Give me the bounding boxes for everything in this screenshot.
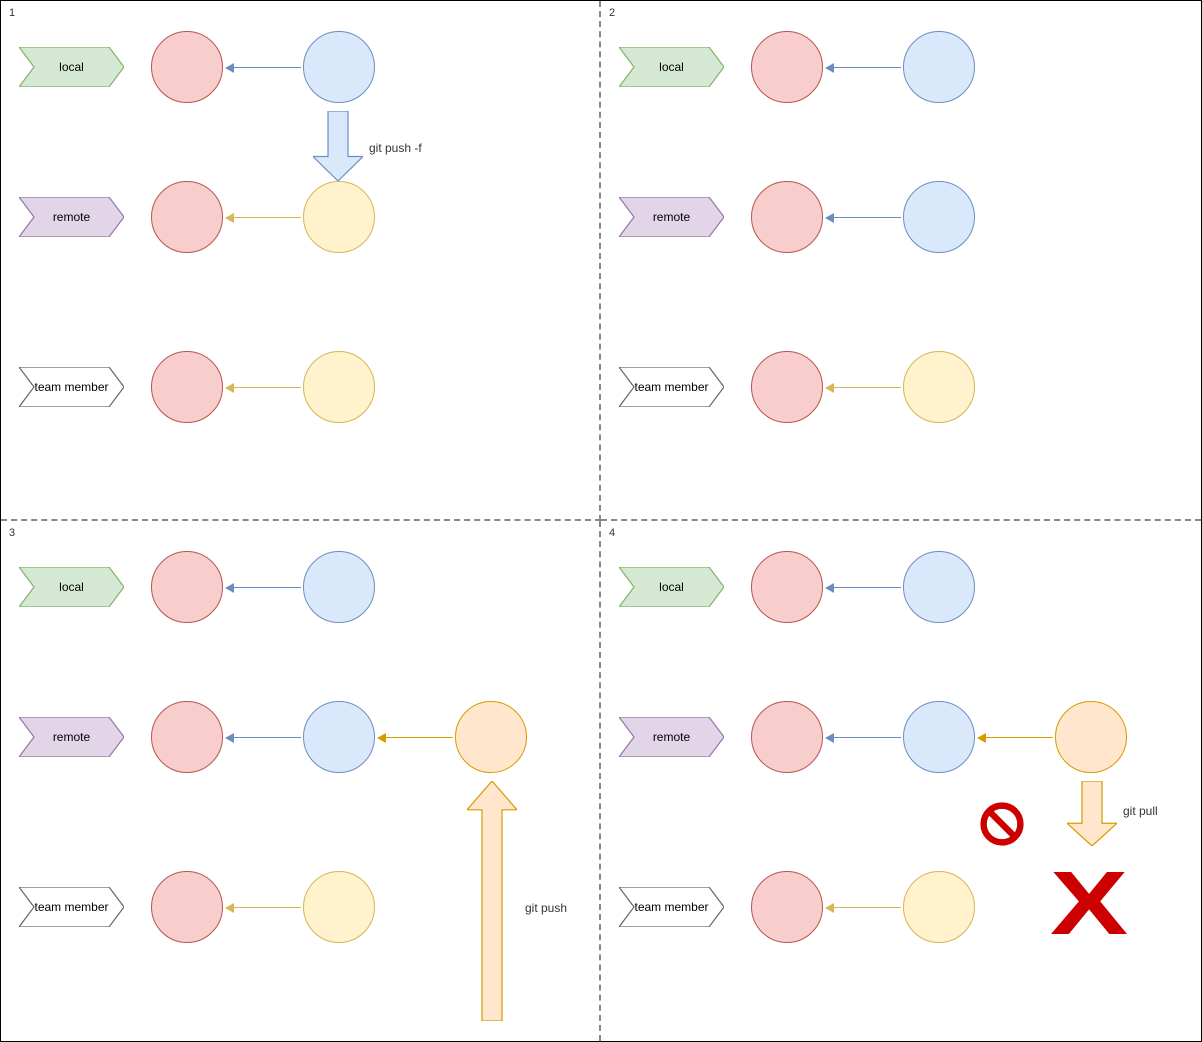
branch-tag-remote: remote: [619, 197, 724, 237]
commit-node: [303, 871, 375, 943]
panel-number: 1: [9, 7, 15, 19]
action-label: git push -f: [369, 141, 422, 155]
commit-node: [751, 181, 823, 253]
branch-tag-label: local: [59, 60, 84, 74]
branch-tag-remote: remote: [19, 197, 124, 237]
commit-node: [455, 701, 527, 773]
parent-arrow: [825, 387, 901, 389]
commit-node: [151, 181, 223, 253]
commit-node: [303, 31, 375, 103]
commit-node: [303, 181, 375, 253]
prohibit-icon: [979, 801, 1025, 847]
parent-arrow: [825, 587, 901, 589]
parent-arrow: [825, 907, 901, 909]
panel-2: 2 local remote team member: [601, 1, 1201, 521]
branch-tag-local: local: [619, 567, 724, 607]
parent-arrow: [225, 587, 301, 589]
commit-node: [751, 701, 823, 773]
branch-tag-team-member: team member: [619, 887, 724, 927]
commit-node: [903, 351, 975, 423]
branch-tag-label: local: [59, 580, 84, 594]
panel-3: 3 local remote team member git push: [1, 521, 601, 1041]
parent-arrow: [825, 67, 901, 69]
commit-node: [903, 871, 975, 943]
branch-tag-remote: remote: [19, 717, 124, 757]
push-force-arrow: [313, 111, 363, 181]
commit-node: [751, 551, 823, 623]
parent-arrow: [977, 737, 1053, 739]
parent-arrow: [825, 217, 901, 219]
branch-tag-label: remote: [653, 210, 690, 224]
branch-tag-label: team member: [634, 380, 708, 394]
diagram-grid: 1 local remote team member git push -f2 …: [0, 0, 1202, 1042]
parent-arrow: [225, 387, 301, 389]
action-label: git push: [525, 901, 567, 915]
branch-tag-label: remote: [53, 730, 90, 744]
commit-node: [151, 701, 223, 773]
branch-tag-label: team member: [34, 380, 108, 394]
branch-tag-label: team member: [34, 900, 108, 914]
commit-node: [903, 31, 975, 103]
branch-tag-team-member: team member: [19, 887, 124, 927]
parent-arrow: [225, 907, 301, 909]
pull-arrow: [1067, 781, 1117, 846]
branch-tag-local: local: [19, 567, 124, 607]
commit-node: [151, 871, 223, 943]
parent-arrow: [225, 737, 301, 739]
commit-node: [1055, 701, 1127, 773]
panel-number: 3: [9, 527, 15, 539]
error-x-icon: X: [1050, 859, 1128, 949]
branch-tag-team-member: team member: [19, 367, 124, 407]
commit-node: [751, 351, 823, 423]
branch-tag-label: remote: [653, 730, 690, 744]
panel-number: 2: [609, 7, 615, 19]
commit-node: [303, 551, 375, 623]
parent-arrow: [225, 67, 301, 69]
commit-node: [151, 551, 223, 623]
parent-arrow: [225, 217, 301, 219]
commit-node: [303, 701, 375, 773]
action-label: git pull: [1123, 804, 1158, 818]
branch-tag-label: local: [659, 580, 684, 594]
commit-node: [903, 181, 975, 253]
branch-tag-label: team member: [634, 900, 708, 914]
parent-arrow: [377, 737, 453, 739]
branch-tag-local: local: [19, 47, 124, 87]
parent-arrow: [825, 737, 901, 739]
push-arrow: [467, 781, 517, 1021]
commit-node: [903, 701, 975, 773]
branch-tag-team-member: team member: [619, 367, 724, 407]
commit-node: [903, 551, 975, 623]
commit-node: [303, 351, 375, 423]
branch-tag-remote: remote: [619, 717, 724, 757]
commit-node: [151, 31, 223, 103]
panel-1: 1 local remote team member git push -f: [1, 1, 601, 521]
commit-node: [751, 31, 823, 103]
branch-tag-local: local: [619, 47, 724, 87]
panel-4: 4 local remote team member git pull X: [601, 521, 1201, 1041]
branch-tag-label: local: [659, 60, 684, 74]
panel-number: 4: [609, 527, 615, 539]
commit-node: [751, 871, 823, 943]
commit-node: [151, 351, 223, 423]
branch-tag-label: remote: [53, 210, 90, 224]
